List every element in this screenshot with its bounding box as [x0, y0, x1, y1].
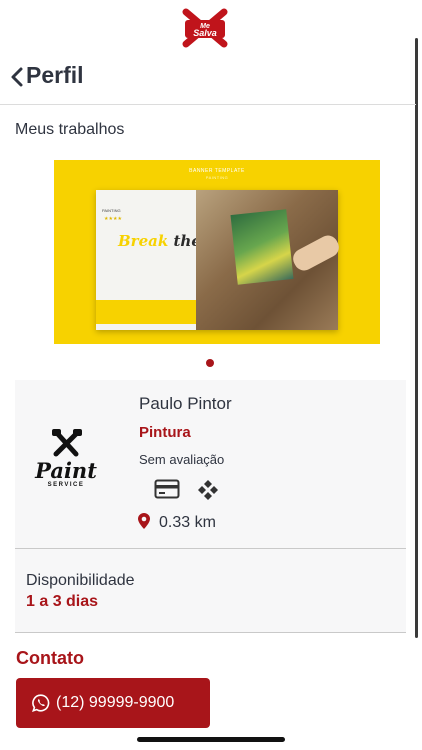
carousel-dot-active[interactable] [206, 359, 214, 367]
banner-sub-text: PAINTING [205, 175, 229, 180]
home-indicator [137, 737, 285, 742]
work-image-banner[interactable]: BANNER TEMPLATE PAINTING PAINTING ★★★★ B… [54, 160, 380, 344]
availability-value: 1 a 3 dias [26, 593, 99, 610]
logo-word: Paint [35, 458, 97, 483]
professional-category: Pintura [139, 424, 191, 441]
svg-text:Salva: Salva [193, 28, 217, 38]
canvas-painting [230, 209, 294, 285]
banner-card: PAINTING ★★★★ Break the rules [96, 190, 343, 330]
distance-text: 0.33 km [159, 514, 216, 531]
logo-service: SERVICE [47, 482, 85, 488]
banner-top-text: BANNER TEMPLATE [189, 168, 245, 174]
chevron-left-icon[interactable] [10, 66, 24, 88]
brush-cross-icon [52, 429, 82, 457]
works-section-label: Meus trabalhos [15, 121, 125, 138]
painter-arm [289, 232, 343, 274]
banner-photo [196, 190, 343, 330]
page-header: Perfil [0, 52, 416, 105]
scrollbar[interactable] [415, 38, 418, 638]
availability-label: Disponibilidade [26, 572, 135, 589]
contact-title: Contato [16, 648, 84, 668]
professional-name: Paulo Pintor [139, 394, 232, 413]
paint-service-logo: Paint SERVICE [26, 428, 106, 492]
app-logo: Me Salva [180, 8, 230, 50]
banner-stars: ★★★★ [104, 216, 122, 222]
banner-brand: PAINTING [102, 208, 121, 213]
contact-phone: (12) 99999-9900 [56, 694, 175, 711]
rating-text: Sem avaliação [139, 452, 225, 467]
location-pin-icon [138, 513, 150, 529]
credit-card-icon [154, 479, 180, 504]
whatsapp-contact-button[interactable]: (12) 99999-9900 [16, 678, 210, 728]
page-title: Perfil [26, 62, 84, 88]
pix-icon [197, 479, 219, 506]
whatsapp-icon [32, 694, 50, 712]
card-divider [15, 548, 406, 549]
